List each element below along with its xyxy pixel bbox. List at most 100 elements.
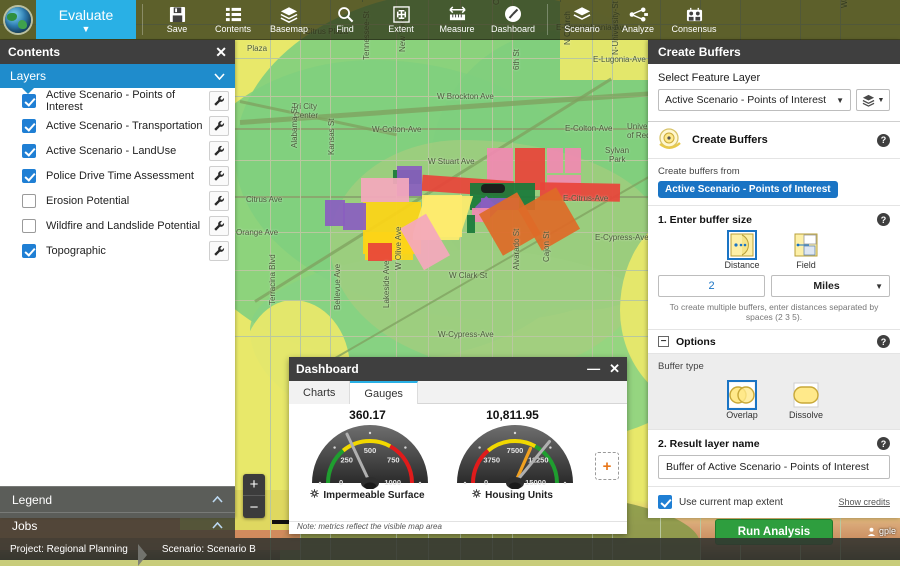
toolbar-button-label: Find: [336, 24, 354, 34]
layer-visibility-checkbox[interactable]: [22, 243, 36, 258]
gauge-title: Impermeable Surface: [323, 489, 425, 501]
dashboard-tab-charts[interactable]: Charts: [289, 381, 351, 404]
zoom-out-button[interactable]: −: [243, 496, 265, 518]
help-icon[interactable]: ?: [877, 335, 890, 348]
create-buffers-panel: Create Buffers Select Feature Layer Acti…: [648, 40, 900, 545]
dashboard-tabs: Charts Gauges: [289, 381, 627, 404]
toolbar-button-basemap[interactable]: Basemap: [261, 0, 317, 40]
help-icon[interactable]: ?: [877, 437, 890, 450]
layer-row: Active Scenario - Transportation: [0, 113, 235, 138]
toolbar-button-find[interactable]: Find: [317, 0, 373, 40]
dashboard-tab-gauges[interactable]: Gauges: [350, 381, 418, 404]
map-zoom-controls[interactable]: + −: [243, 474, 265, 518]
size-mode-distance[interactable]: Distance: [721, 230, 763, 270]
toolbar-button-dashboard[interactable]: Dashboard: [485, 0, 541, 40]
wrench-icon[interactable]: [209, 140, 229, 161]
map-street-label: E-Colton-Ave: [565, 124, 613, 133]
parcel-green-3: [467, 215, 475, 233]
add-gauge-button[interactable]: +: [595, 452, 619, 480]
legend-jobs-accordion: Legend Jobs: [0, 486, 235, 538]
collapse-icon[interactable]: −: [658, 336, 669, 347]
chevron-down-icon: ▼: [875, 281, 883, 291]
toolbar-button-scenario[interactable]: Scenario: [554, 0, 610, 40]
wrench-icon[interactable]: [209, 165, 229, 186]
multi-buffer-hint: To create multiple buffers, enter distan…: [669, 302, 879, 322]
show-credits-link[interactable]: Show credits: [838, 497, 890, 507]
help-icon[interactable]: ?: [877, 133, 890, 147]
wrench-icon[interactable]: [209, 115, 229, 136]
size-mode-field[interactable]: Field: [785, 232, 827, 270]
close-icon[interactable]: ✕: [215, 45, 227, 59]
toolbar-button-measure[interactable]: Measure: [429, 0, 485, 40]
map-street-label: Plaza: [247, 44, 268, 53]
wrench-icon[interactable]: [209, 90, 229, 111]
wrench-icon[interactable]: [209, 240, 229, 261]
status-project: Project: Regional Planning: [0, 543, 147, 566]
buffer-type-dissolve-label: Dissolve: [788, 410, 823, 420]
layers-group-header[interactable]: Layers: [0, 64, 235, 94]
layer-visibility-checkbox[interactable]: [22, 193, 36, 208]
gauge-title-row: Housing Units: [440, 489, 585, 501]
overlap-icon: [727, 380, 757, 410]
wrench-icon[interactable]: [209, 190, 229, 211]
parcel-poi-car: [481, 184, 505, 193]
map-street-label-vertical: Terracina Blvd: [268, 254, 277, 305]
options-section-header: − Options ?: [648, 330, 900, 354]
result-layer-name-input[interactable]: Buffer of Active Scenario - Points of In…: [658, 455, 890, 479]
buffer-type-overlap[interactable]: Overlap: [721, 380, 763, 420]
svg-text:500: 500: [363, 446, 376, 455]
gear-icon[interactable]: [310, 489, 320, 501]
minimize-icon[interactable]: —: [587, 362, 600, 375]
map-street-label-vertical: Alabama-St: [290, 106, 299, 148]
parcel-purple-2: [343, 203, 366, 230]
dashboard-note: Note: metrics reflect the visible map ar…: [289, 521, 627, 534]
toolbar-button-contents[interactable]: Contents: [205, 0, 261, 40]
layer-visibility-checkbox[interactable]: [22, 168, 36, 183]
save-disk-icon: [169, 5, 186, 23]
create-from-value[interactable]: Active Scenario - Points of Interest: [658, 181, 838, 198]
dashboard-header: Dashboard — ✕: [289, 357, 627, 381]
map-street-label: Park: [609, 155, 626, 164]
layer-visibility-checkbox[interactable]: [22, 118, 36, 133]
top-toolbar: Evaluate ▼ Save Contents Basemap Find Extent…: [0, 0, 900, 40]
close-icon[interactable]: ✕: [609, 362, 620, 375]
layer-visibility-checkbox[interactable]: [22, 143, 36, 158]
layer-visibility-checkbox[interactable]: [22, 218, 36, 233]
zoom-in-button[interactable]: +: [243, 474, 265, 496]
dashboard-tab-label: Charts: [303, 386, 336, 399]
buffers-header: Create Buffers: [648, 40, 900, 64]
layer-picker-button[interactable]: ▼: [856, 89, 890, 111]
buffer-unit-dropdown[interactable]: Miles ▼: [771, 275, 890, 297]
toolbar-button-analyze[interactable]: Analyze: [610, 0, 666, 40]
parcel-pink-2: [547, 148, 563, 173]
wrench-icon[interactable]: [209, 215, 229, 236]
buffer-distance-input[interactable]: 2: [658, 275, 765, 297]
toolbar-button-save[interactable]: Save: [149, 0, 205, 40]
buffer-type-dissolve[interactable]: Dissolve: [785, 382, 827, 420]
toolbar-button-extent[interactable]: Extent: [373, 0, 429, 40]
size-mode-buttons: Distance Field: [658, 226, 890, 272]
toolbar-button-consensus[interactable]: Consensus: [666, 0, 722, 40]
accordion-item-jobs[interactable]: Jobs: [0, 512, 235, 538]
toolbar-button-label: Analyze: [621, 24, 655, 34]
map-street-label: E-Lugonia-Ave: [593, 55, 646, 64]
accordion-item-legend[interactable]: Legend: [0, 486, 235, 512]
svg-text:750: 750: [387, 456, 400, 465]
use-current-extent-checkbox[interactable]: [658, 495, 672, 509]
svg-text:7500: 7500: [506, 446, 523, 455]
map-street-label: W-Colton-Ave: [372, 125, 422, 134]
layer-name: Active Scenario - Transportation: [46, 119, 203, 132]
toolbar-divider-2: [547, 4, 548, 35]
feature-layer-dropdown[interactable]: Active Scenario - Points of Interest ▼: [658, 89, 851, 111]
layer-visibility-checkbox[interactable]: [22, 93, 36, 108]
help-icon[interactable]: ?: [877, 213, 890, 226]
app-logo[interactable]: [0, 0, 36, 39]
gear-icon[interactable]: [472, 489, 481, 501]
parcel-pink-5: [361, 178, 409, 202]
chevron-up-icon: [212, 522, 223, 529]
gauge-value: 10,811.95: [486, 408, 539, 422]
size-mode-field-label: Field: [796, 260, 816, 270]
layers-stack-icon: [280, 5, 298, 23]
evaluate-menu-button[interactable]: Evaluate ▼: [36, 0, 136, 39]
svg-text:0: 0: [339, 478, 343, 487]
